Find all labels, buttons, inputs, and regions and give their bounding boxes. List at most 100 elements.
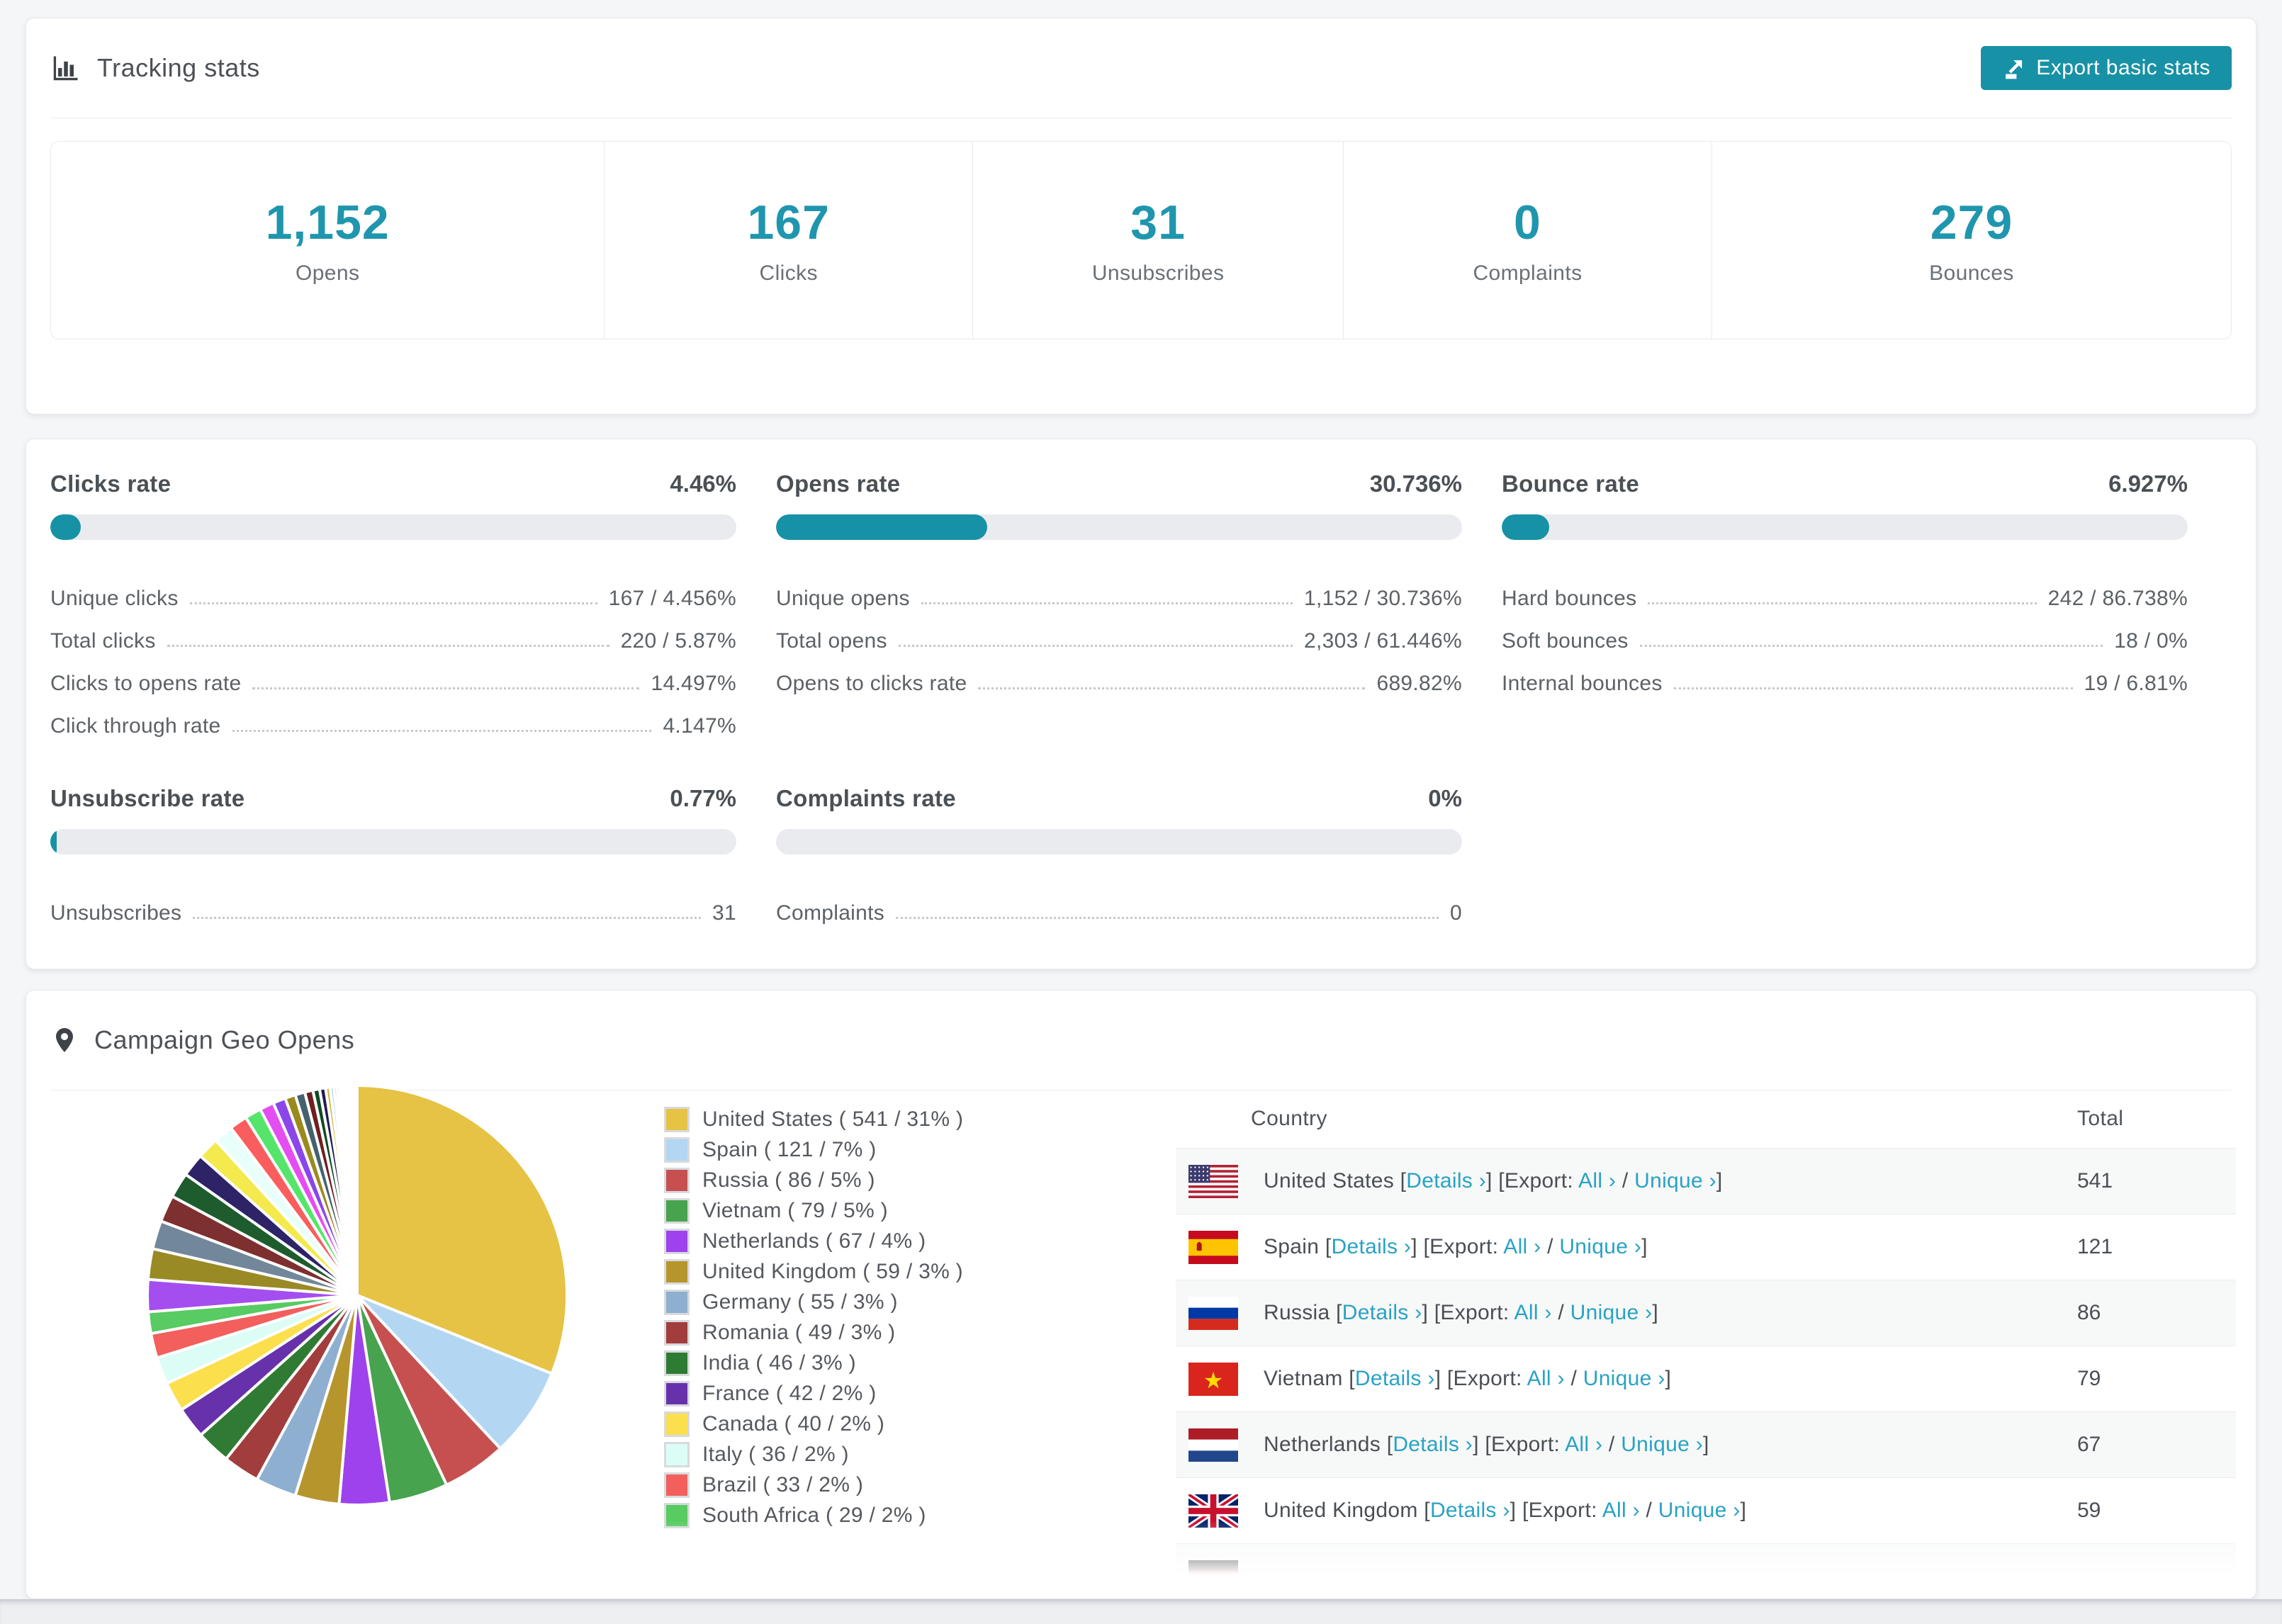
geo-table-header: Country Total bbox=[1176, 1090, 2236, 1148]
rate-detail-row: Unsubscribes 31 bbox=[50, 883, 736, 925]
rate-progress-bar bbox=[1502, 514, 2188, 540]
rate-detail-value: 1,152 / 30.736% bbox=[1303, 587, 1462, 610]
rate-title: Complaints rate bbox=[776, 785, 956, 811]
rate-detail-label: Complaints bbox=[776, 901, 885, 925]
dotted-leader bbox=[1673, 687, 2073, 689]
country-row-text: Vietnam [Details ›] [Export: All › / Uni… bbox=[1264, 1367, 1672, 1390]
legend-swatch bbox=[664, 1472, 690, 1498]
flag-nl-icon bbox=[1188, 1428, 1238, 1462]
country-row-text: Russia [Details ›] [Export: All › / Uniq… bbox=[1264, 1301, 1659, 1324]
pie-slice-other[interactable] bbox=[354, 1085, 359, 1296]
rate-detail-row: Total clicks 220 / 5.87% bbox=[50, 611, 736, 653]
legend-item-netherlands: Netherlands ( 67 / 4% ) bbox=[664, 1226, 963, 1256]
dotted-leader bbox=[193, 917, 702, 919]
geo-title: Campaign Geo Opens bbox=[94, 1025, 355, 1054]
export-unique-link[interactable]: Unique › bbox=[1570, 1301, 1653, 1324]
geo-table-row-vietnam: Vietnam [Details ›] [Export: All › / Uni… bbox=[1176, 1346, 2236, 1411]
legend-label: Netherlands ( 67 / 4% ) bbox=[702, 1229, 926, 1253]
legend-swatch bbox=[664, 1411, 690, 1437]
rate-detail-label: Total clicks bbox=[50, 629, 156, 653]
flag-us-icon bbox=[1188, 1164, 1238, 1198]
legend-swatch bbox=[664, 1167, 690, 1193]
stat-cell-bounces: 279 Bounces bbox=[1712, 142, 2231, 339]
legend-label: Vietnam ( 79 / 5% ) bbox=[702, 1198, 888, 1222]
rate-detail-row: Unique clicks 167 / 4.456% bbox=[50, 568, 736, 611]
campaign-geo-opens-card: Campaign Geo Opens United States ( 541 /… bbox=[26, 990, 2256, 1599]
legend-label: South Africa ( 29 / 2% ) bbox=[702, 1503, 926, 1527]
legend-item-united-states: United States ( 541 / 31% ) bbox=[664, 1104, 963, 1134]
legend-label: Brazil ( 33 / 2% ) bbox=[702, 1472, 864, 1496]
geo-table-row-spain: Spain [Details ›] [Export: All › / Uniqu… bbox=[1176, 1214, 2236, 1280]
stat-cell-unsubscribes: 31 Unsubscribes bbox=[973, 142, 1344, 339]
rate-detail-label: Hard bounces bbox=[1502, 587, 1637, 610]
rate-detail-value: 14.497% bbox=[651, 672, 736, 695]
legend-swatch bbox=[664, 1228, 690, 1254]
rate-detail-label: Click through rate bbox=[50, 714, 221, 738]
details-link[interactable]: Details › bbox=[1430, 1499, 1510, 1522]
stat-label: Opens bbox=[295, 261, 360, 285]
export-unique-link[interactable]: Unique › bbox=[1583, 1367, 1665, 1390]
legend-swatch bbox=[664, 1319, 690, 1346]
details-link[interactable]: Details › bbox=[1332, 1235, 1412, 1258]
export-all-link[interactable]: All › bbox=[1602, 1499, 1640, 1522]
flag-ru-icon bbox=[1188, 1296, 1238, 1330]
rate-detail-value: 167 / 4.456% bbox=[608, 587, 736, 610]
legend-swatch bbox=[664, 1258, 690, 1285]
rate-progress-fill bbox=[50, 514, 82, 540]
export-all-link[interactable]: All › bbox=[1514, 1301, 1552, 1324]
legend-item-russia: Russia ( 86 / 5% ) bbox=[664, 1165, 963, 1195]
geo-table-row-united-states: United States [Details ›] [Export: All ›… bbox=[1176, 1148, 2236, 1214]
stat-value: 1,152 bbox=[265, 196, 390, 249]
export-unique-link[interactable]: Unique › bbox=[1634, 1169, 1716, 1192]
export-all-link[interactable]: All › bbox=[1503, 1235, 1541, 1258]
legend-item-france: France ( 42 / 2% ) bbox=[664, 1378, 963, 1409]
rate-progress-fill bbox=[1502, 514, 1550, 540]
legend-item-brazil: Brazil ( 33 / 2% ) bbox=[664, 1470, 963, 1500]
rate-detail-value: 0 bbox=[1450, 901, 1462, 925]
rate-progress-bar bbox=[776, 829, 1462, 855]
details-link[interactable]: Details › bbox=[1342, 1301, 1422, 1324]
rate-block-complaints-rate: Complaints rate 0% Complaints 0 bbox=[776, 785, 1462, 925]
rates-grid: Clicks rate 4.46% Unique clicks 167 / 4.456… bbox=[50, 470, 2232, 925]
legend-item-india: India ( 46 / 3% ) bbox=[664, 1348, 963, 1378]
rate-detail-label: Total opens bbox=[776, 629, 887, 653]
country-row-text: United States [Details ›] [Export: All ›… bbox=[1264, 1169, 1723, 1192]
rate-detail-value: 19 / 6.81% bbox=[2084, 672, 2188, 695]
legend-swatch bbox=[664, 1137, 690, 1163]
rate-value: 4.46% bbox=[670, 470, 736, 497]
bar-chart-icon bbox=[50, 52, 82, 84]
rate-detail-value: 2,303 / 61.446% bbox=[1303, 629, 1462, 653]
legend-label: India ( 46 / 3% ) bbox=[702, 1350, 856, 1375]
stat-value: 279 bbox=[1930, 196, 2013, 249]
details-link[interactable]: Details › bbox=[1355, 1367, 1435, 1390]
rate-detail-label: Opens to clicks rate bbox=[776, 672, 967, 695]
dotted-leader bbox=[978, 687, 1366, 689]
export-unique-link[interactable]: Unique › bbox=[1559, 1235, 1641, 1258]
summary-stats-box: 1,152 Opens 167 Clicks 31 Unsubscribes 0 Compla… bbox=[50, 141, 2232, 339]
rate-block-clicks-rate: Clicks rate 4.46% Unique clicks 167 / 4.456… bbox=[50, 470, 736, 738]
export-all-link[interactable]: All › bbox=[1527, 1367, 1565, 1390]
details-link[interactable]: Details › bbox=[1406, 1169, 1486, 1192]
geo-table-row-partial bbox=[1176, 1543, 2236, 1598]
bottom-band bbox=[0, 1599, 2282, 1624]
rate-block-unsubscribe-rate: Unsubscribe rate 0.77% Unsubscribes 31 bbox=[50, 785, 736, 925]
country-total: 541 bbox=[2077, 1169, 2113, 1192]
export-basic-stats-button[interactable]: Export basic stats bbox=[1981, 46, 2232, 90]
stat-cell-clicks: 167 Clicks bbox=[605, 142, 974, 339]
export-unique-link[interactable]: Unique › bbox=[1658, 1499, 1741, 1522]
export-all-link[interactable]: All › bbox=[1578, 1169, 1616, 1192]
rate-title: Unsubscribe rate bbox=[50, 785, 245, 811]
column-header-country: Country bbox=[1251, 1107, 1327, 1130]
rate-title: Bounce rate bbox=[1502, 470, 1640, 497]
dotted-leader bbox=[189, 602, 597, 604]
flag-vn-icon bbox=[1188, 1362, 1238, 1396]
legend-swatch bbox=[664, 1197, 690, 1224]
rate-detail-label: Soft bounces bbox=[1502, 629, 1629, 653]
flag-de-icon bbox=[1188, 1560, 1238, 1594]
rate-detail-label: Clicks to opens rate bbox=[50, 672, 242, 695]
details-link[interactable]: Details › bbox=[1393, 1433, 1473, 1456]
export-all-link[interactable]: All › bbox=[1565, 1433, 1602, 1456]
stat-label: Bounces bbox=[1929, 261, 2014, 285]
export-unique-link[interactable]: Unique › bbox=[1621, 1433, 1703, 1456]
dotted-leader bbox=[898, 645, 1293, 647]
